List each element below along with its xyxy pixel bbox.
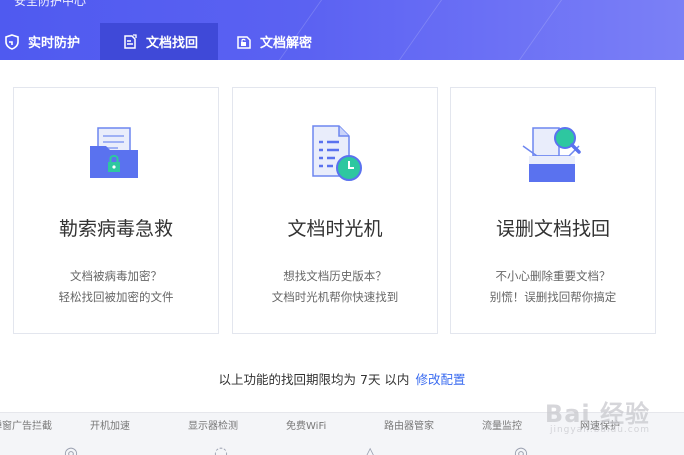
- feature-icons: ◎ ◌ △ ◎: [64, 443, 664, 455]
- card-desc-line: 轻松找回被加密的文件: [58, 290, 174, 304]
- feature-label[interactable]: 弹窗广告拦截: [0, 417, 90, 432]
- card-desc-line: 不小心删除重要文档？: [495, 269, 611, 283]
- feature-icon[interactable]: △: [364, 443, 514, 455]
- locked-folder-icon: [14, 124, 218, 184]
- card-description: 想找文档历史版本？ 文档时光机帮你快速找到: [233, 266, 437, 308]
- tab-label: 实时防护: [28, 36, 81, 51]
- top-banner: 安全防护中心 实时防护 文档找回 文档解密: [0, 0, 684, 60]
- feature-icon[interactable]: ◎: [514, 443, 664, 455]
- feature-label[interactable]: 路由器管家: [384, 417, 482, 432]
- card-title: 勒索病毒急救: [58, 218, 173, 240]
- feature-icon[interactable]: ◎: [64, 443, 214, 455]
- retention-notice: 以上功能的找回期限均为 7天 以内 修改配置: [0, 369, 684, 388]
- box-search-icon: [451, 124, 655, 184]
- tab-document-decrypt[interactable]: 文档解密: [218, 23, 330, 60]
- document-clock-icon: [233, 124, 437, 184]
- card-desc-line: 想找文档历史版本？: [283, 269, 387, 283]
- modify-config-link[interactable]: 修改配置: [415, 372, 465, 387]
- card-description: 不小心删除重要文档？ 别慌！误删找回帮你搞定: [451, 266, 655, 308]
- watermark-logo: Bai 经验 jingyan.baidu.com: [545, 394, 650, 435]
- card-desc-line: 文档时光机帮你快速找到: [271, 290, 399, 304]
- card-title: 文档时光机: [287, 218, 383, 240]
- document-restore-icon: [120, 32, 140, 52]
- tab-realtime-protection[interactable]: 实时防护: [0, 23, 100, 60]
- card-title: 误删文档找回: [495, 218, 610, 240]
- shield-icon: [2, 32, 22, 52]
- card-desc-line: 文档被病毒加密？: [70, 269, 162, 283]
- window-title: 安全防护中心: [14, 0, 87, 8]
- tab-label: 文档解密: [260, 36, 313, 51]
- watermark-text: Bai 经验: [544, 400, 650, 428]
- notice-text: 以上功能的找回期限均为 7天 以内: [218, 372, 410, 387]
- feature-label[interactable]: 显示器检测: [188, 417, 286, 432]
- card-deleted-file-recovery[interactable]: 误删文档找回 不小心删除重要文档？ 别慌！误删找回帮你搞定: [450, 87, 656, 334]
- feature-icon[interactable]: ◌: [214, 443, 364, 455]
- card-desc-line: 别慌！误删找回帮你搞定: [489, 290, 617, 304]
- document-unlock-icon: [234, 32, 254, 52]
- card-document-time-machine[interactable]: 文档时光机 想找文档历史版本？ 文档时光机帮你快速找到: [232, 87, 438, 334]
- feature-label[interactable]: 开机加速: [90, 417, 188, 432]
- tab-bar: 实时防护 文档找回 文档解密: [0, 23, 330, 60]
- card-description: 文档被病毒加密？ 轻松找回被加密的文件: [14, 266, 218, 308]
- tab-document-recovery[interactable]: 文档找回: [100, 23, 218, 60]
- card-ransomware-rescue[interactable]: 勒索病毒急救 文档被病毒加密？ 轻松找回被加密的文件: [13, 87, 219, 334]
- feature-label[interactable]: 免费WiFi: [286, 417, 384, 432]
- tab-label: 文档找回: [146, 36, 199, 51]
- watermark-subtext: jingyan.baidu.com: [549, 425, 650, 435]
